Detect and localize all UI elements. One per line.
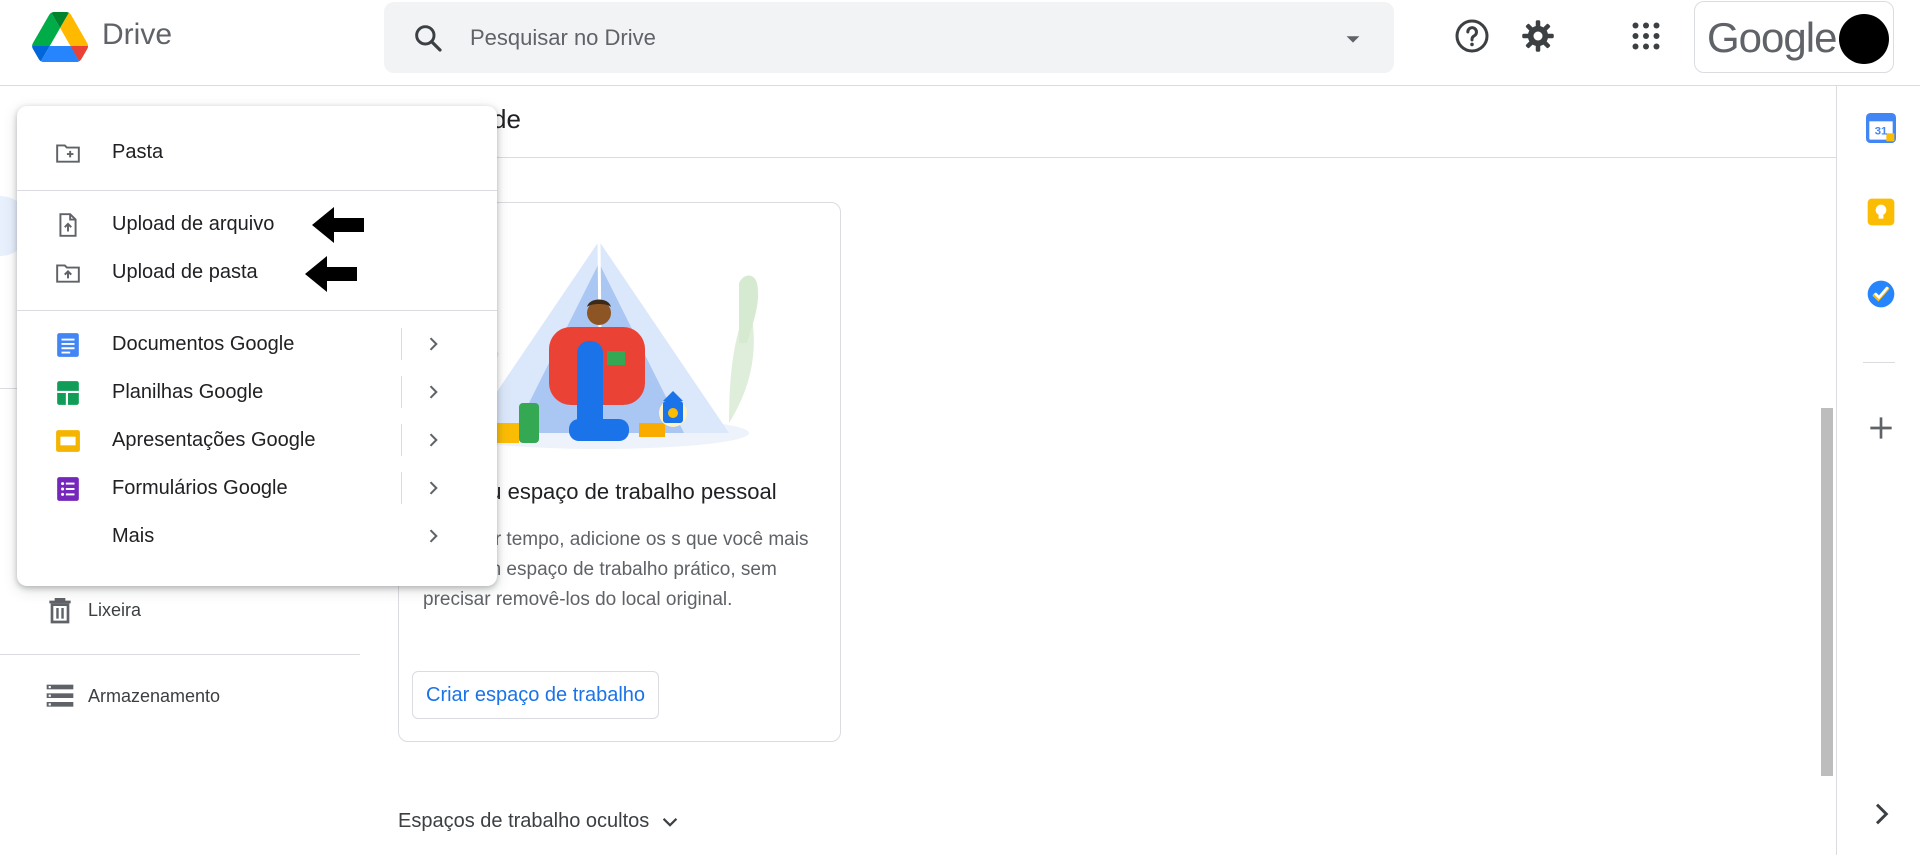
apps-grid-icon[interactable] xyxy=(1628,18,1664,54)
chevron-down-icon xyxy=(663,817,678,827)
chevron-right-icon[interactable] xyxy=(423,478,443,498)
create-workspace-button[interactable]: Criar espaço de trabalho xyxy=(412,671,660,719)
help-icon[interactable] xyxy=(1454,18,1490,54)
menu-item-new-folder[interactable]: Pasta xyxy=(17,128,497,176)
sidebar-item-label: Armazenamento xyxy=(88,685,221,706)
settings-gear-icon[interactable] xyxy=(1520,18,1556,54)
card-title: eu espaço de trabalho pessoal xyxy=(477,479,777,504)
hidden-workspaces-label: Espaços de trabalho ocultos xyxy=(398,810,650,832)
side-panel-divider xyxy=(1863,362,1895,363)
tasks-icon[interactable] xyxy=(1865,278,1897,310)
hidden-workspaces-toggle[interactable]: Espaços de trabalho ocultos xyxy=(398,810,681,833)
sidebar-item-label: Lixeira xyxy=(88,599,142,620)
top-bar: Drive Pesquisar no Drive Google xyxy=(0,0,1920,86)
nav-divider xyxy=(0,654,360,655)
sidebar-item-trash[interactable]: Lixeira xyxy=(40,590,141,630)
menu-item-label: Upload de arquivo xyxy=(112,213,275,235)
submenu-separator xyxy=(401,328,402,360)
menu-item-more[interactable]: Mais xyxy=(17,512,497,560)
storage-icon xyxy=(46,684,74,707)
menu-divider xyxy=(17,190,497,191)
calendar-day: 31 xyxy=(1875,126,1888,138)
drive-window: Drive Pesquisar no Drive Google Lixeira … xyxy=(0,0,1920,855)
menu-divider xyxy=(17,310,497,311)
drive-logo-icon[interactable] xyxy=(32,12,88,62)
google-forms-icon xyxy=(57,477,79,501)
annotation-arrow-icon xyxy=(305,256,357,292)
menu-item-label: Pasta xyxy=(112,141,164,163)
search-bar[interactable]: Pesquisar no Drive xyxy=(384,2,1394,73)
scrollbar[interactable] xyxy=(1821,408,1833,776)
search-input[interactable]: Pesquisar no Drive xyxy=(470,25,656,51)
chevron-right-icon[interactable] xyxy=(423,526,443,546)
search-options-caret-icon[interactable] xyxy=(1342,28,1364,50)
submenu-separator xyxy=(401,376,402,408)
file-upload-icon xyxy=(59,213,77,237)
menu-item-google-forms[interactable]: Formulários Google xyxy=(17,464,497,512)
submenu-separator xyxy=(401,424,402,456)
menu-item-label: Documentos Google xyxy=(112,333,295,355)
account-button[interactable]: Google xyxy=(1694,1,1894,73)
chevron-right-icon[interactable] xyxy=(423,430,443,450)
google-slides-icon xyxy=(56,430,80,452)
expand-panel-chevron-icon[interactable] xyxy=(1865,798,1897,830)
chevron-right-icon[interactable] xyxy=(423,382,443,402)
menu-item-folder-upload[interactable]: Upload de pasta xyxy=(17,248,497,296)
menu-item-label: Upload de pasta xyxy=(112,261,258,283)
menu-item-file-upload[interactable]: Upload de arquivo xyxy=(17,200,497,248)
trash-icon xyxy=(49,598,71,624)
calendar-icon[interactable]: 31 xyxy=(1865,112,1897,144)
add-icon[interactable] xyxy=(1865,412,1897,444)
brand-name: Drive xyxy=(102,18,173,51)
annotation-arrow-icon xyxy=(312,207,364,243)
menu-item-label: Planilhas Google xyxy=(112,381,264,403)
folder-upload-icon xyxy=(56,264,80,283)
menu-item-google-sheets[interactable]: Planilhas Google xyxy=(17,368,497,416)
new-item-menu: Pasta Upload de arquivo Upload de pasta xyxy=(17,106,497,586)
google-wordmark: Google xyxy=(1707,14,1837,61)
avatar[interactable] xyxy=(1839,14,1889,64)
menu-item-google-docs[interactable]: Documentos Google xyxy=(17,320,497,368)
google-docs-icon xyxy=(57,333,79,357)
menu-item-label: Apresentações Google xyxy=(112,429,316,451)
title-divider xyxy=(360,157,1836,158)
side-panel: 31 xyxy=(1836,86,1920,855)
menu-item-google-slides[interactable]: Apresentações Google xyxy=(17,416,497,464)
menu-item-label: Formulários Google xyxy=(112,477,288,499)
sidebar-item-storage[interactable]: Armazenamento xyxy=(40,676,220,716)
submenu-separator xyxy=(401,472,402,504)
google-sheets-icon xyxy=(57,381,79,405)
keep-icon[interactable] xyxy=(1865,196,1897,228)
chevron-right-icon[interactable] xyxy=(423,334,443,354)
search-icon[interactable] xyxy=(412,22,444,54)
menu-item-label: Mais xyxy=(112,525,155,547)
new-folder-icon xyxy=(56,144,80,163)
